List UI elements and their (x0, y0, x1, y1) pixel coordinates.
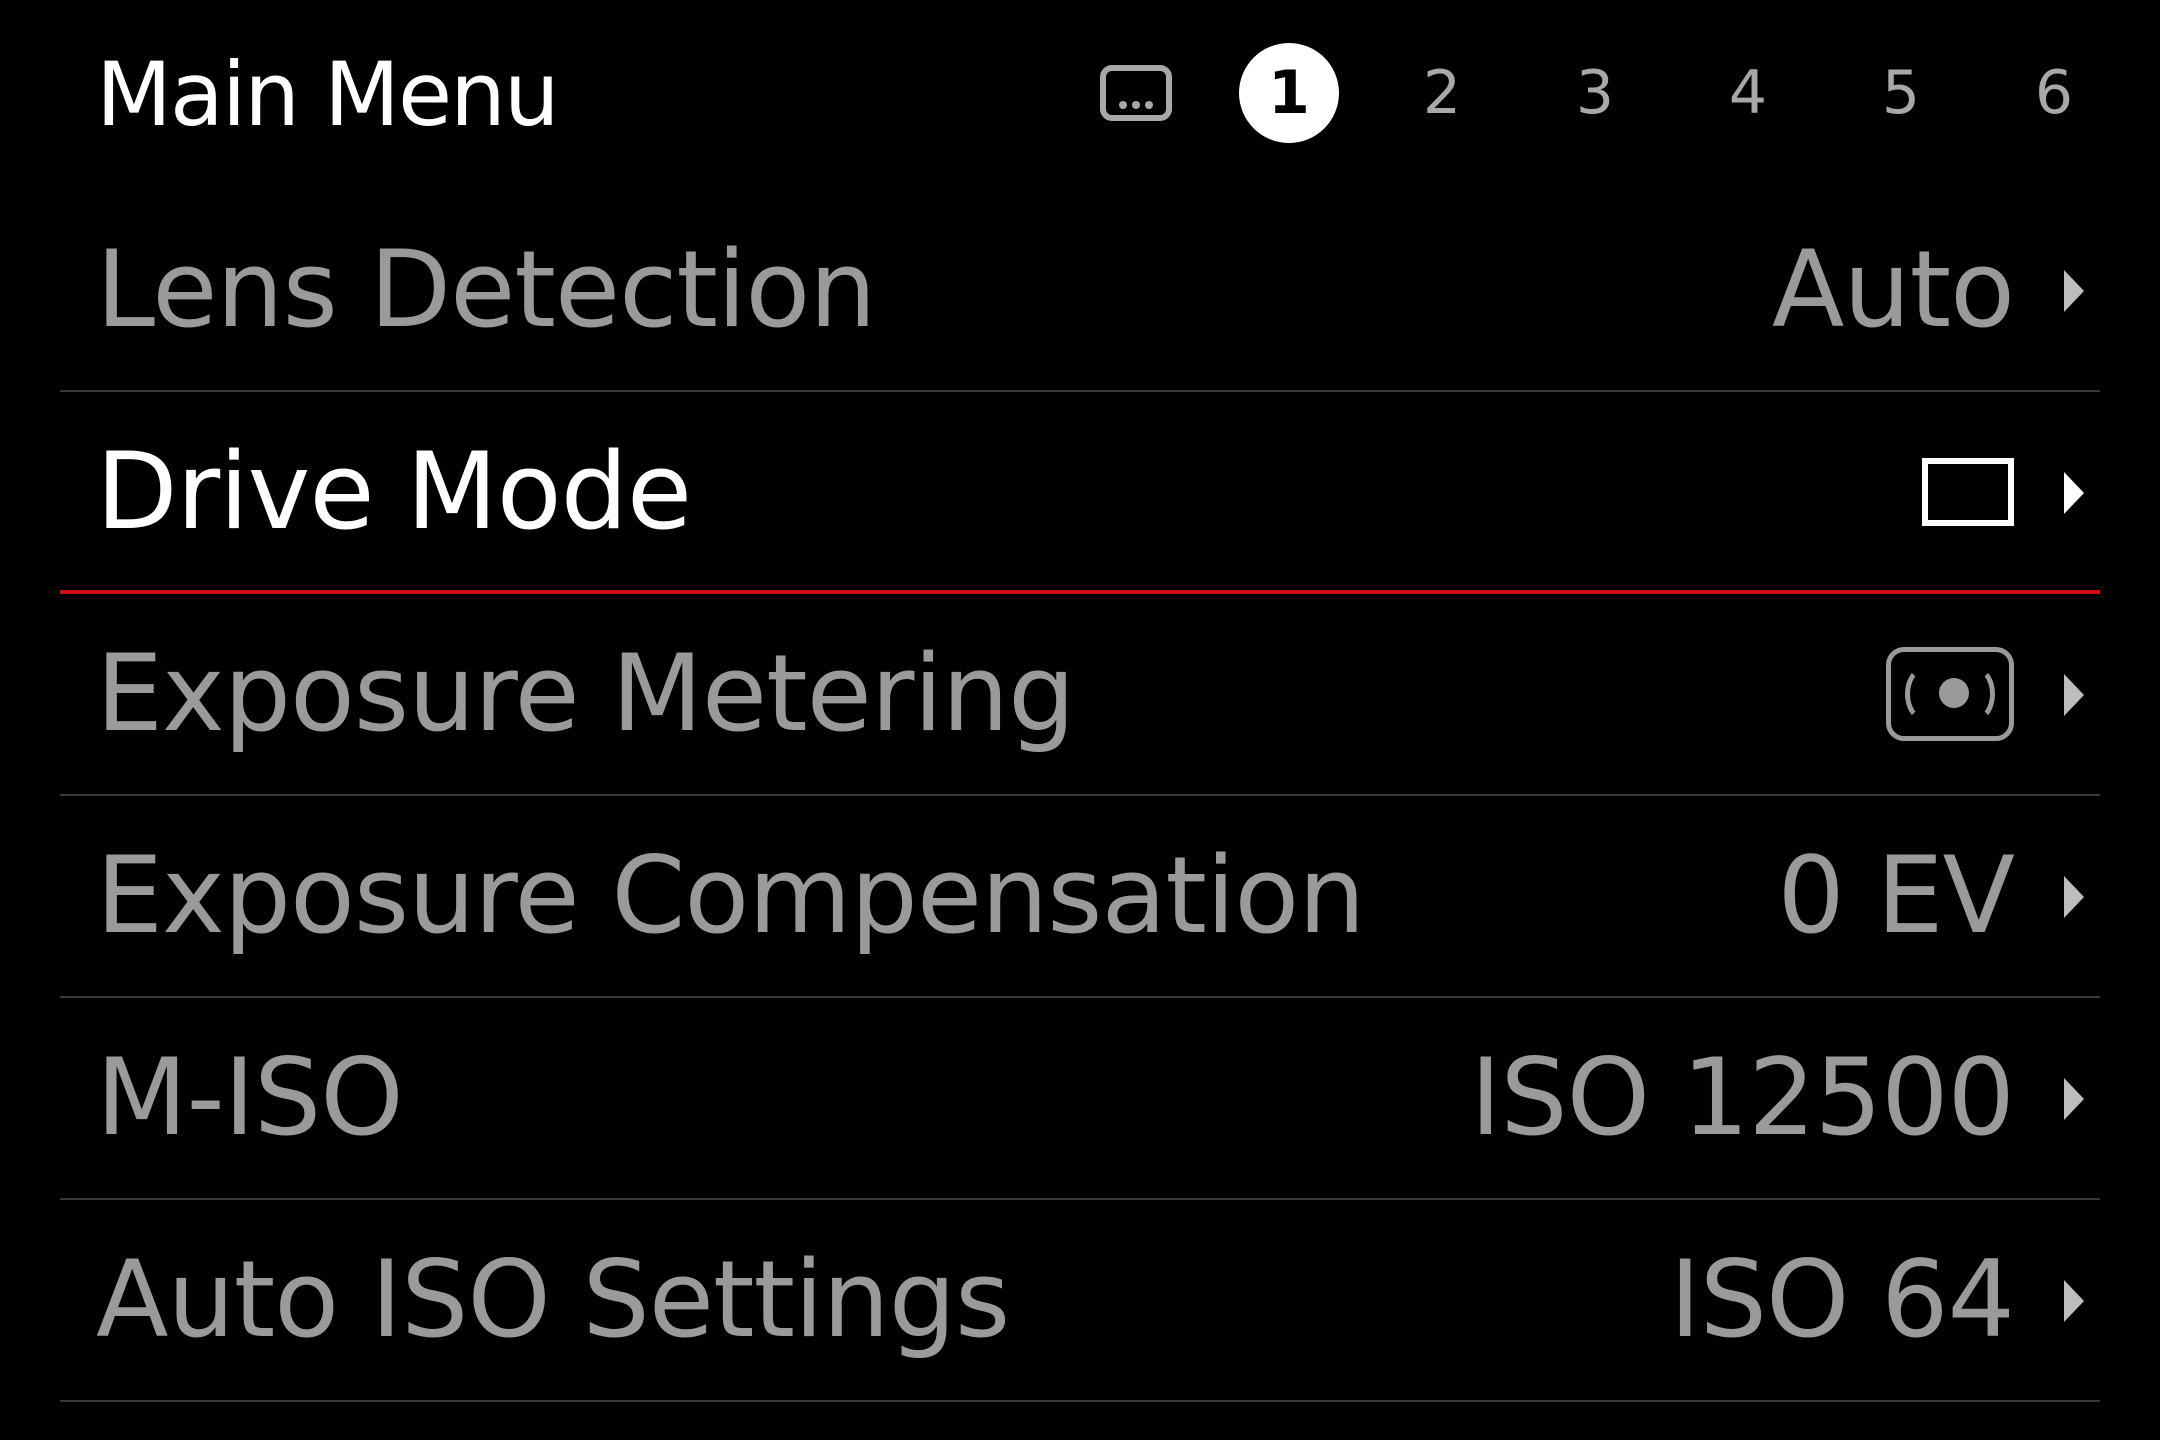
menu-item-drive-mode[interactable]: Drive Mode (60, 392, 2100, 594)
tab-page-2[interactable]: 2 (1392, 43, 1492, 143)
menu-item-exposure-metering[interactable]: Exposure Metering (60, 594, 2100, 796)
chevron-right-icon (2064, 1280, 2084, 1322)
menu-header: Main Menu 1 2 3 4 5 6 (0, 0, 2160, 190)
menu-item-label: M-ISO (96, 1036, 404, 1159)
tab-page-3[interactable]: 3 (1545, 43, 1645, 143)
chevron-right-icon (2064, 876, 2084, 918)
tab-page-1[interactable]: 1 (1239, 43, 1339, 143)
page-tabs: 1 2 3 4 5 6 (1086, 43, 2104, 143)
menu-list: Lens Detection Auto Drive Mode Exposure … (60, 190, 2100, 1402)
chevron-right-icon (2064, 674, 2084, 716)
menu-item-value: ISO 64 (1669, 1238, 2015, 1361)
menu-item-label: Lens Detection (96, 228, 876, 351)
chevron-right-icon (2064, 270, 2084, 312)
tab-page-6[interactable]: 6 (2004, 43, 2104, 143)
chevron-right-icon (2064, 472, 2084, 514)
menu-item-label: Drive Mode (96, 430, 692, 553)
menu-item-exposure-compensation[interactable]: Exposure Compensation 0 EV (60, 796, 2100, 998)
menu-item-value: Auto (1771, 228, 2015, 351)
menu-item-m-iso[interactable]: M-ISO ISO 12500 (60, 998, 2100, 1200)
single-frame-icon (1922, 458, 2014, 526)
menu-item-value (1922, 392, 2014, 592)
menu-item-value: ISO 12500 (1470, 1036, 2015, 1159)
page-title: Main Menu (96, 43, 560, 146)
tab-page-5[interactable]: 5 (1851, 43, 1951, 143)
tab-page-4[interactable]: 4 (1698, 43, 1798, 143)
menu-item-label: Auto ISO Settings (96, 1238, 1010, 1361)
menu-item-label: Exposure Metering (96, 632, 1075, 755)
menu-item-auto-iso-settings[interactable]: Auto ISO Settings ISO 64 (60, 1200, 2100, 1402)
chevron-right-icon (2064, 1078, 2084, 1120)
tab-favorites[interactable] (1086, 43, 1186, 143)
menu-item-label: Exposure Compensation (96, 834, 1365, 957)
spot-metering-icon (1886, 647, 2014, 741)
favorites-menu-icon (1100, 65, 1172, 121)
menu-item-lens-detection[interactable]: Lens Detection Auto (60, 190, 2100, 392)
menu-item-value: 0 EV (1777, 834, 2015, 957)
menu-item-value (1886, 594, 2014, 794)
